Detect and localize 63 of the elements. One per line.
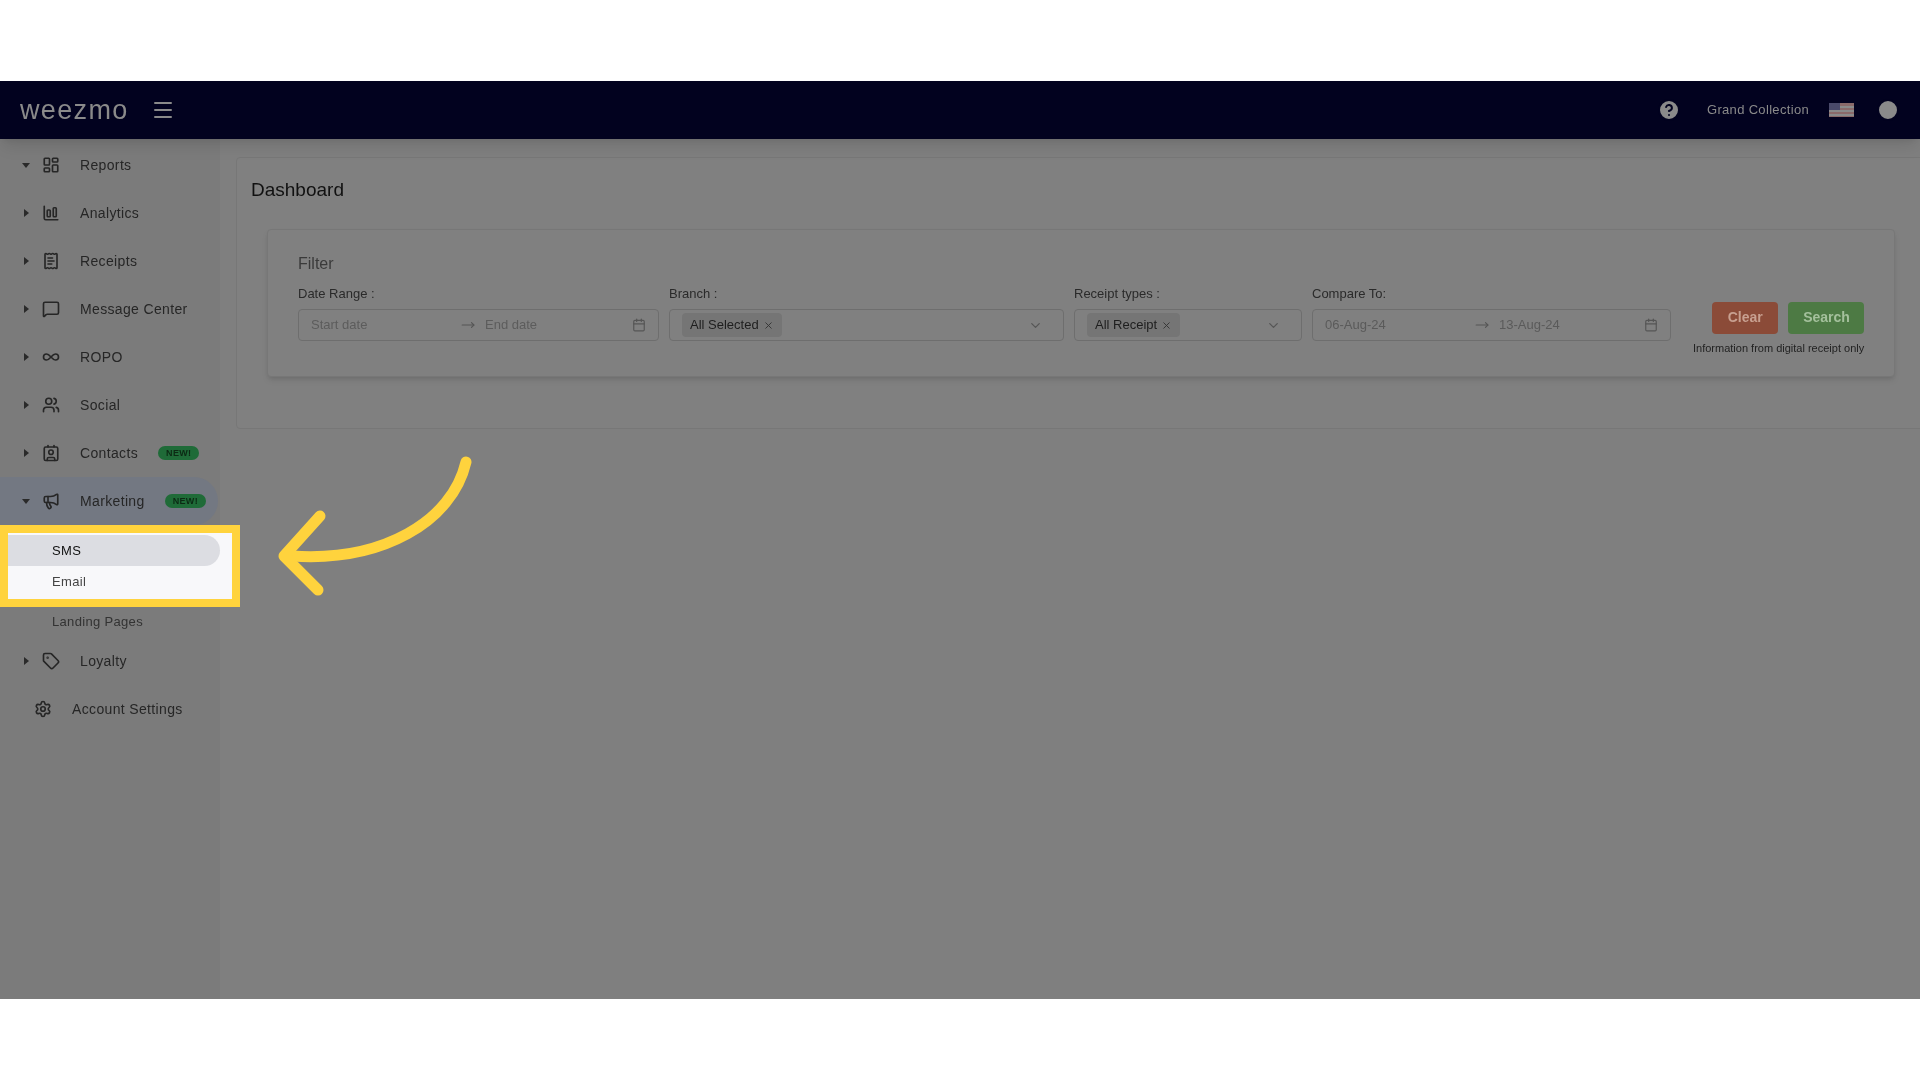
sidebar-item[interactable]: Analytics [0,189,220,237]
sidebar-item[interactable]: Message Center [0,285,220,333]
clear-button[interactable]: Clear [1712,301,1779,334]
info-note: Information from digital receipt only [1693,340,1865,356]
sidebar-item[interactable]: Contacts NEW! [0,429,220,477]
caret-right-icon [22,257,30,265]
remove-icon[interactable] [762,319,774,331]
submenu-item[interactable]: Email [8,566,220,597]
field-label: Receipt types : [1074,284,1161,303]
caret-right-icon [22,209,30,217]
sidebar-item[interactable]: ROPO [0,333,220,381]
sidebar-item[interactable]: Loyalty [0,637,220,685]
new-badge: NEW! [164,494,207,508]
caret-down-icon [22,161,30,169]
sidebar-item-label: Analytics [80,203,140,223]
caret-down-icon [22,497,30,505]
dashboard-icon [42,156,60,174]
sidebar-item[interactable]: Receipts [0,237,220,285]
receipt-icon [42,252,60,270]
calendar-icon [1644,318,1658,332]
contact-card-icon [42,444,60,462]
sidebar-item-label: Social [80,395,121,415]
caret-right-icon [22,305,30,313]
flag-icon[interactable] [1829,103,1854,117]
sidebar-item[interactable]: Reports [0,141,220,189]
megaphone-icon [42,492,60,510]
selected-tag: All Receipt [1087,313,1181,337]
selected-tag: All Selected [682,313,782,337]
organization-name[interactable]: Grand Collection [1706,100,1809,120]
receipt-types-select[interactable]: All Receipt [1074,309,1302,341]
sidebar-item[interactable]: Marketing NEW! [0,477,218,525]
sidebar-item-label: Loyalty [80,651,127,671]
settings-icon [34,700,52,718]
page-title: Dashboard [250,178,345,202]
field-label: Branch : [669,284,719,303]
caret-right-icon [22,353,30,361]
sidebar-item-label: ROPO [80,347,123,367]
sidebar-item[interactable]: Social [0,381,220,429]
remove-icon[interactable] [1161,319,1173,331]
sidebar-item[interactable]: Account Settings [0,685,220,733]
submenu-item[interactable]: Landing Pages [0,607,220,637]
calendar-icon [632,318,646,332]
submenu-item[interactable]: SMS [8,535,220,566]
people-icon [42,396,60,414]
caret-right-icon [22,401,30,409]
bar-chart-icon [42,204,60,222]
field-label: Compare To: [1312,284,1388,303]
sidebar-item-label: Message Center [80,299,188,319]
search-button[interactable]: Search [1788,301,1865,334]
tag-icon [42,652,60,670]
chat-icon [42,300,60,318]
sidebar-item-label: Marketing [80,491,145,511]
new-badge: NEW! [158,446,200,460]
filter-title: Filter [298,253,335,274]
branch-select[interactable]: All Selected [669,309,1064,341]
sidebar-item-label: Receipts [80,251,138,271]
sidebar-item-label: Contacts [80,443,139,463]
caret-right-icon [22,449,30,457]
logo[interactable]: weezmo [20,89,129,131]
field-label: Date Range : [298,284,376,303]
sidebar-item-label: Account Settings [72,699,183,719]
sidebar-item-label: Reports [80,155,132,175]
caret-right-icon [22,657,30,665]
